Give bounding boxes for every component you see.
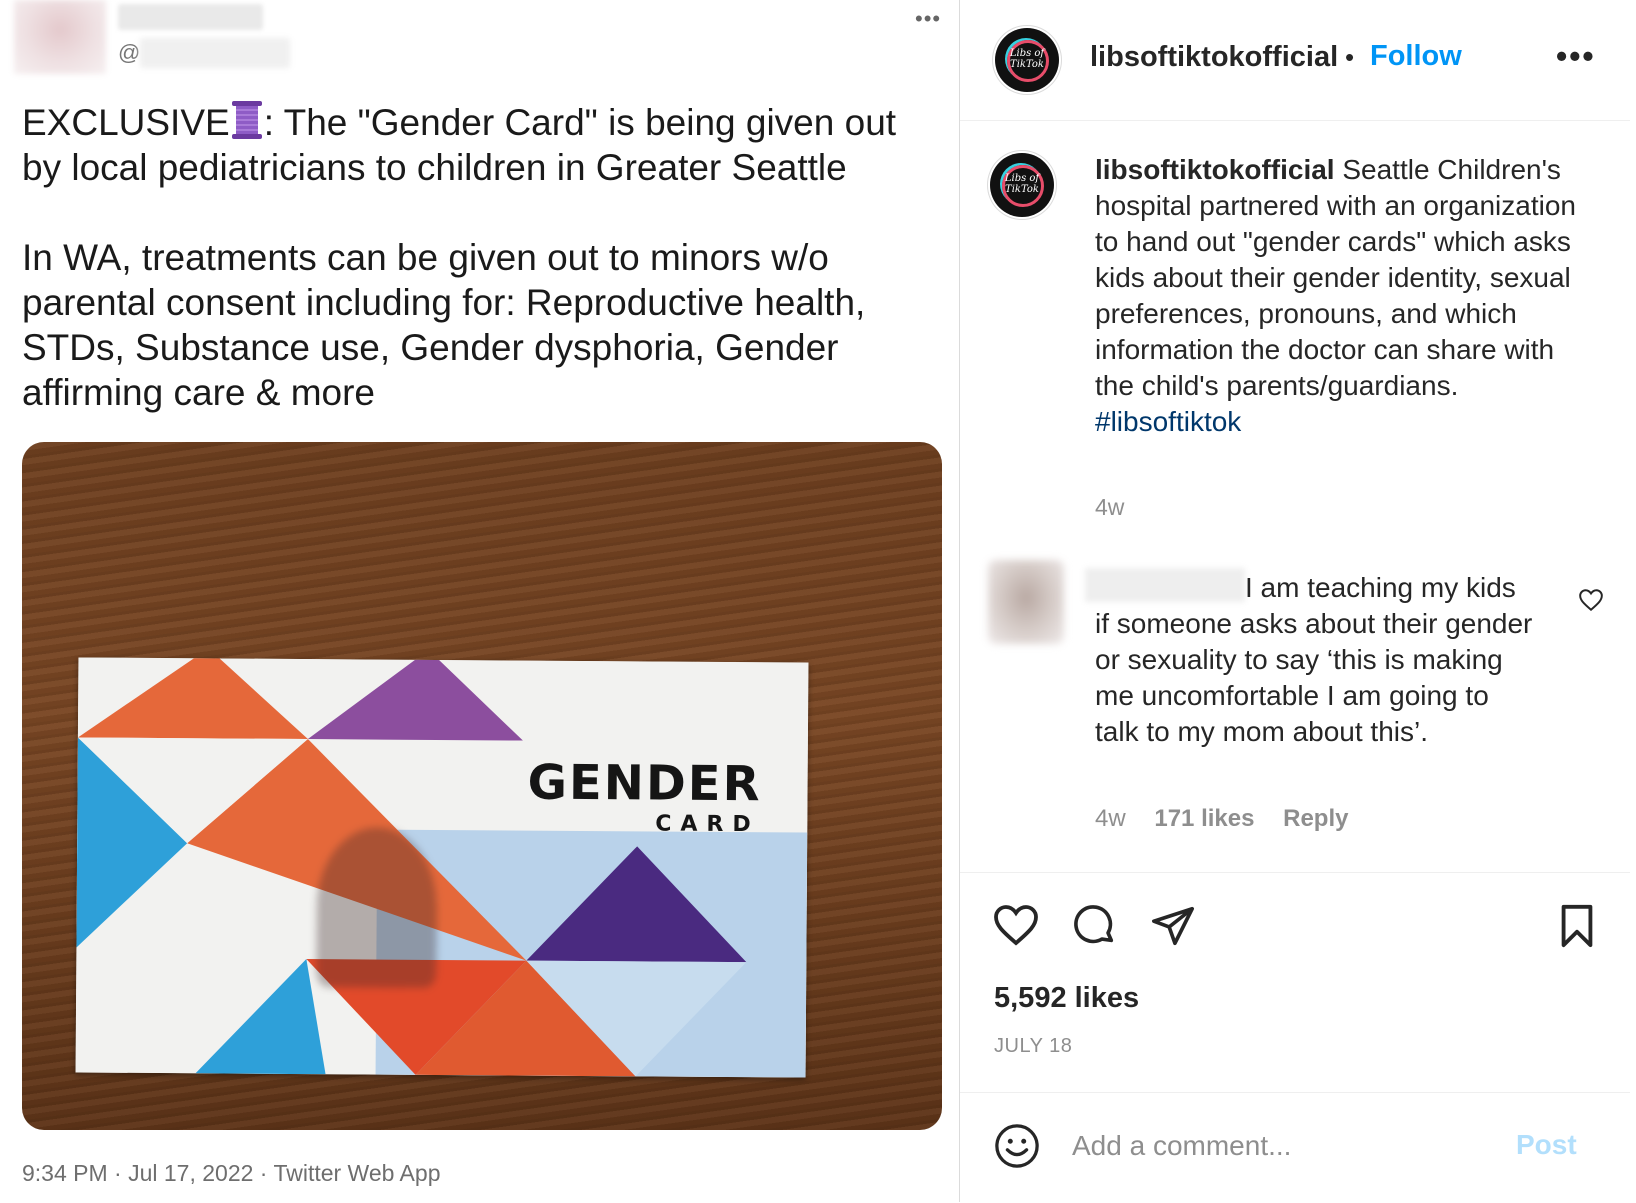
post-actions: 5,592 likes JULY 18 [960, 872, 1630, 1093]
caption-username[interactable]: libsoftiktokofficial [1095, 154, 1335, 185]
card-subtitle: CARD [655, 811, 760, 838]
comment-meta: 4w 171 likes Reply [1095, 805, 1370, 833]
add-comment-input[interactable] [1070, 1123, 1474, 1169]
tweet-text-exclusive: EXCLUSIVE [22, 102, 230, 143]
caption-time: 4w [1095, 494, 1125, 520]
profile-avatar-text: Libs of TikTok [1009, 48, 1045, 70]
tweet-avatar-blurred [14, 0, 106, 74]
header-username[interactable]: libsoftiktokofficial [1090, 41, 1338, 74]
comment-like-heart-icon[interactable] [1578, 588, 1604, 612]
commenter-avatar-blurred[interactable] [988, 560, 1064, 644]
tweet-screenshot: @ ••• EXCLUSIVE: The "Gender Card" is be… [0, 0, 960, 1202]
add-comment-bar: Post [960, 1092, 1630, 1203]
header-separator: • [1345, 42, 1355, 72]
comment-reply-button[interactable]: Reply [1283, 805, 1348, 832]
caption-text: Seattle Children's hospital partnered wi… [1095, 154, 1576, 401]
tweet-more-icon[interactable]: ••• [915, 6, 941, 32]
tweet-name-blurred [118, 4, 263, 30]
post-comment-button[interactable]: Post [1516, 1129, 1577, 1161]
post-likes-count[interactable]: 5,592 likes [994, 982, 1139, 1015]
comment-bubble-icon[interactable] [1072, 903, 1118, 949]
tweet-handle: @ [118, 40, 141, 65]
share-send-icon[interactable] [1150, 903, 1196, 949]
tweet-handle-blurred [140, 38, 290, 68]
caption-avatar[interactable]: Libs of TikTok [990, 153, 1054, 217]
follow-button[interactable]: Follow [1370, 40, 1462, 73]
post-caption: libsoftiktokofficial Seattle Children's … [1095, 152, 1595, 440]
emoji-smiley-icon[interactable] [994, 1123, 1040, 1169]
card-title: GENDER [527, 754, 762, 813]
comment-text: I am teaching my kids if someone asks ab… [1095, 572, 1533, 747]
comment-likes[interactable]: 171 likes [1154, 805, 1254, 832]
caption-hashtag[interactable]: #libsoftiktok [1095, 404, 1595, 440]
gender-card-photo: GENDER CARD [75, 657, 809, 1078]
profile-avatar[interactable]: Libs of TikTok [995, 28, 1059, 92]
post-header: Libs of TikTok libsoftiktokofficial • Fo… [960, 0, 1630, 121]
tweet-text-paragraph2: In WA, treatments can be given out to mi… [22, 237, 866, 413]
bookmark-save-icon[interactable] [1556, 903, 1598, 949]
tweet-photo[interactable]: GENDER CARD [22, 442, 942, 1130]
comment-time: 4w [1095, 805, 1126, 832]
card-triangles-graphic [75, 657, 809, 1078]
thread-spool-icon [231, 101, 262, 139]
more-options-icon[interactable]: ••• [1556, 38, 1596, 75]
hand-shadow [316, 827, 438, 988]
tweet-footer-timestamp[interactable]: 9:34 PM · Jul 17, 2022 · Twitter Web App [22, 1160, 440, 1187]
caption-avatar-text: Libs of TikTok [1004, 173, 1040, 195]
instagram-panel: Libs of TikTok libsoftiktokofficial • Fo… [960, 0, 1636, 1202]
post-date: JULY 18 [994, 1035, 1073, 1057]
like-heart-icon[interactable] [992, 903, 1040, 947]
tweet-text: EXCLUSIVE: The "Gender Card" is being gi… [22, 100, 942, 460]
